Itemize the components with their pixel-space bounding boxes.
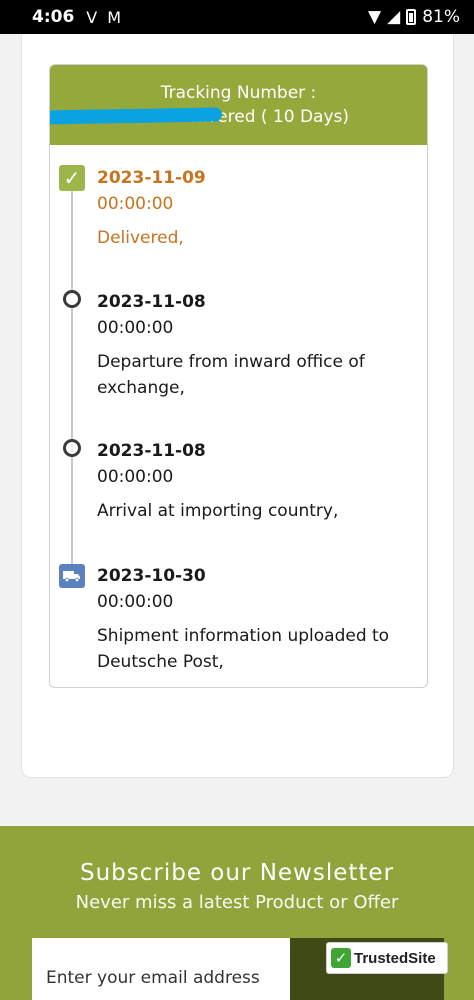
tracking-number-label: Tracking Number : [160,83,317,103]
newsletter-title: Subscribe our Newsletter [79,860,395,886]
battery-icon [406,9,417,25]
event-time: 00:00:00 [97,467,174,487]
newsletter-section: Subscribe our Newsletter Never miss a la… [0,826,474,1000]
event-date: 2023-10-30 [97,566,206,586]
status-time: 4:06 [32,7,75,27]
tracking-card: Tracking Number : E Delivered ( 10 Days)… [21,34,454,778]
event-date: 2023-11-08 [97,441,206,461]
check-icon: ✓ [331,948,351,968]
newsletter-subtitle: Never miss a latest Product or Offer [75,892,399,913]
event-description: Delivered, [97,228,184,248]
event-description: Shipment information uploaded to Deutsch… [97,626,390,672]
tracking-panel: Tracking Number : E Delivered ( 10 Days)… [49,64,428,688]
event-time: 00:00:00 [97,194,174,214]
event-description: Arrival at importing country, [97,501,339,521]
vpn-icon: V [86,7,98,27]
event-date: 2023-11-08 [97,292,206,312]
circle-icon [63,290,81,308]
trustedsite-badge[interactable]: ✓ TrustedSite [326,942,448,974]
gmail-icon: M [107,7,122,27]
status-bar: 4:06 V M ▼ ◢ 81% [0,0,474,34]
circle-icon [63,439,81,457]
event-time: 00:00:00 [97,318,174,338]
timeline-line [71,185,73,575]
truck-icon [59,564,85,588]
battery-percent: 81% [422,7,460,27]
tracking-header: Tracking Number : E Delivered ( 10 Days) [50,65,427,145]
signal-icon: ◢ [387,7,401,27]
wifi-icon: ▼ [368,7,382,27]
event-time: 00:00:00 [97,592,174,612]
trustedsite-label: TrustedSite [354,949,436,967]
check-icon: ✓ [59,165,85,191]
event-description: Departure from inward office of exchange… [97,352,365,398]
event-date: 2023-11-09 [97,168,206,188]
email-input[interactable] [32,938,290,1000]
